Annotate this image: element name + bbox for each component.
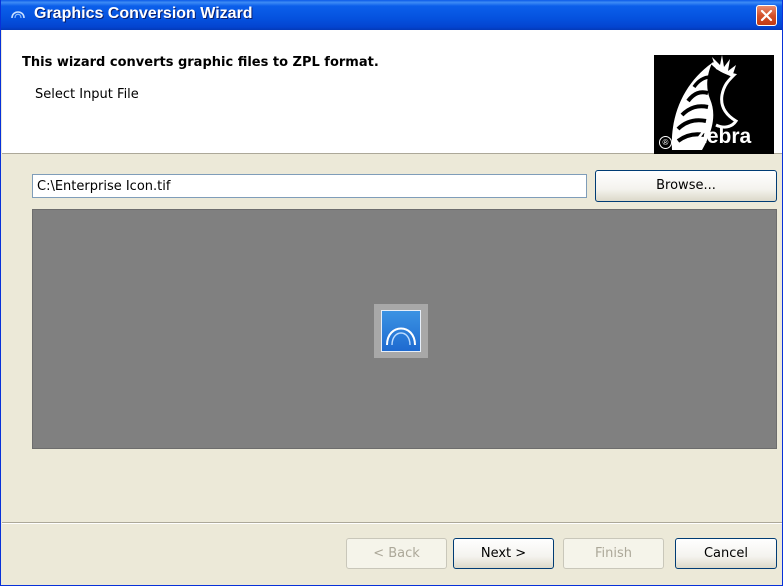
next-button[interactable]: Next > [453, 538, 554, 569]
title-bar[interactable]: Graphics Conversion Wizard [1, 0, 782, 30]
preview-image [374, 304, 428, 358]
step-subtitle: Select Input File [35, 87, 139, 102]
window-title: Graphics Conversion Wizard [34, 5, 253, 22]
header-title: This wizard converts graphic files to ZP… [22, 55, 379, 70]
finish-button[interactable]: Finish [563, 538, 664, 569]
registered-mark: ® [659, 136, 672, 149]
back-button[interactable]: < Back [346, 538, 447, 569]
app-icon [11, 11, 25, 19]
footer-separator [2, 522, 782, 524]
close-icon [760, 9, 773, 22]
wizard-header: This wizard converts graphic files to ZP… [2, 30, 782, 154]
wizard-window: Graphics Conversion Wizard This wizard c… [0, 0, 783, 586]
file-path-input[interactable] [32, 174, 587, 198]
enterprise-icon [381, 310, 421, 352]
close-button[interactable] [756, 5, 777, 26]
cancel-button[interactable]: Cancel [675, 538, 777, 569]
browse-button[interactable]: Browse... [595, 170, 777, 202]
logo-wordmark: Zebra [694, 125, 752, 148]
zebra-logo: ® Zebra [654, 55, 774, 154]
